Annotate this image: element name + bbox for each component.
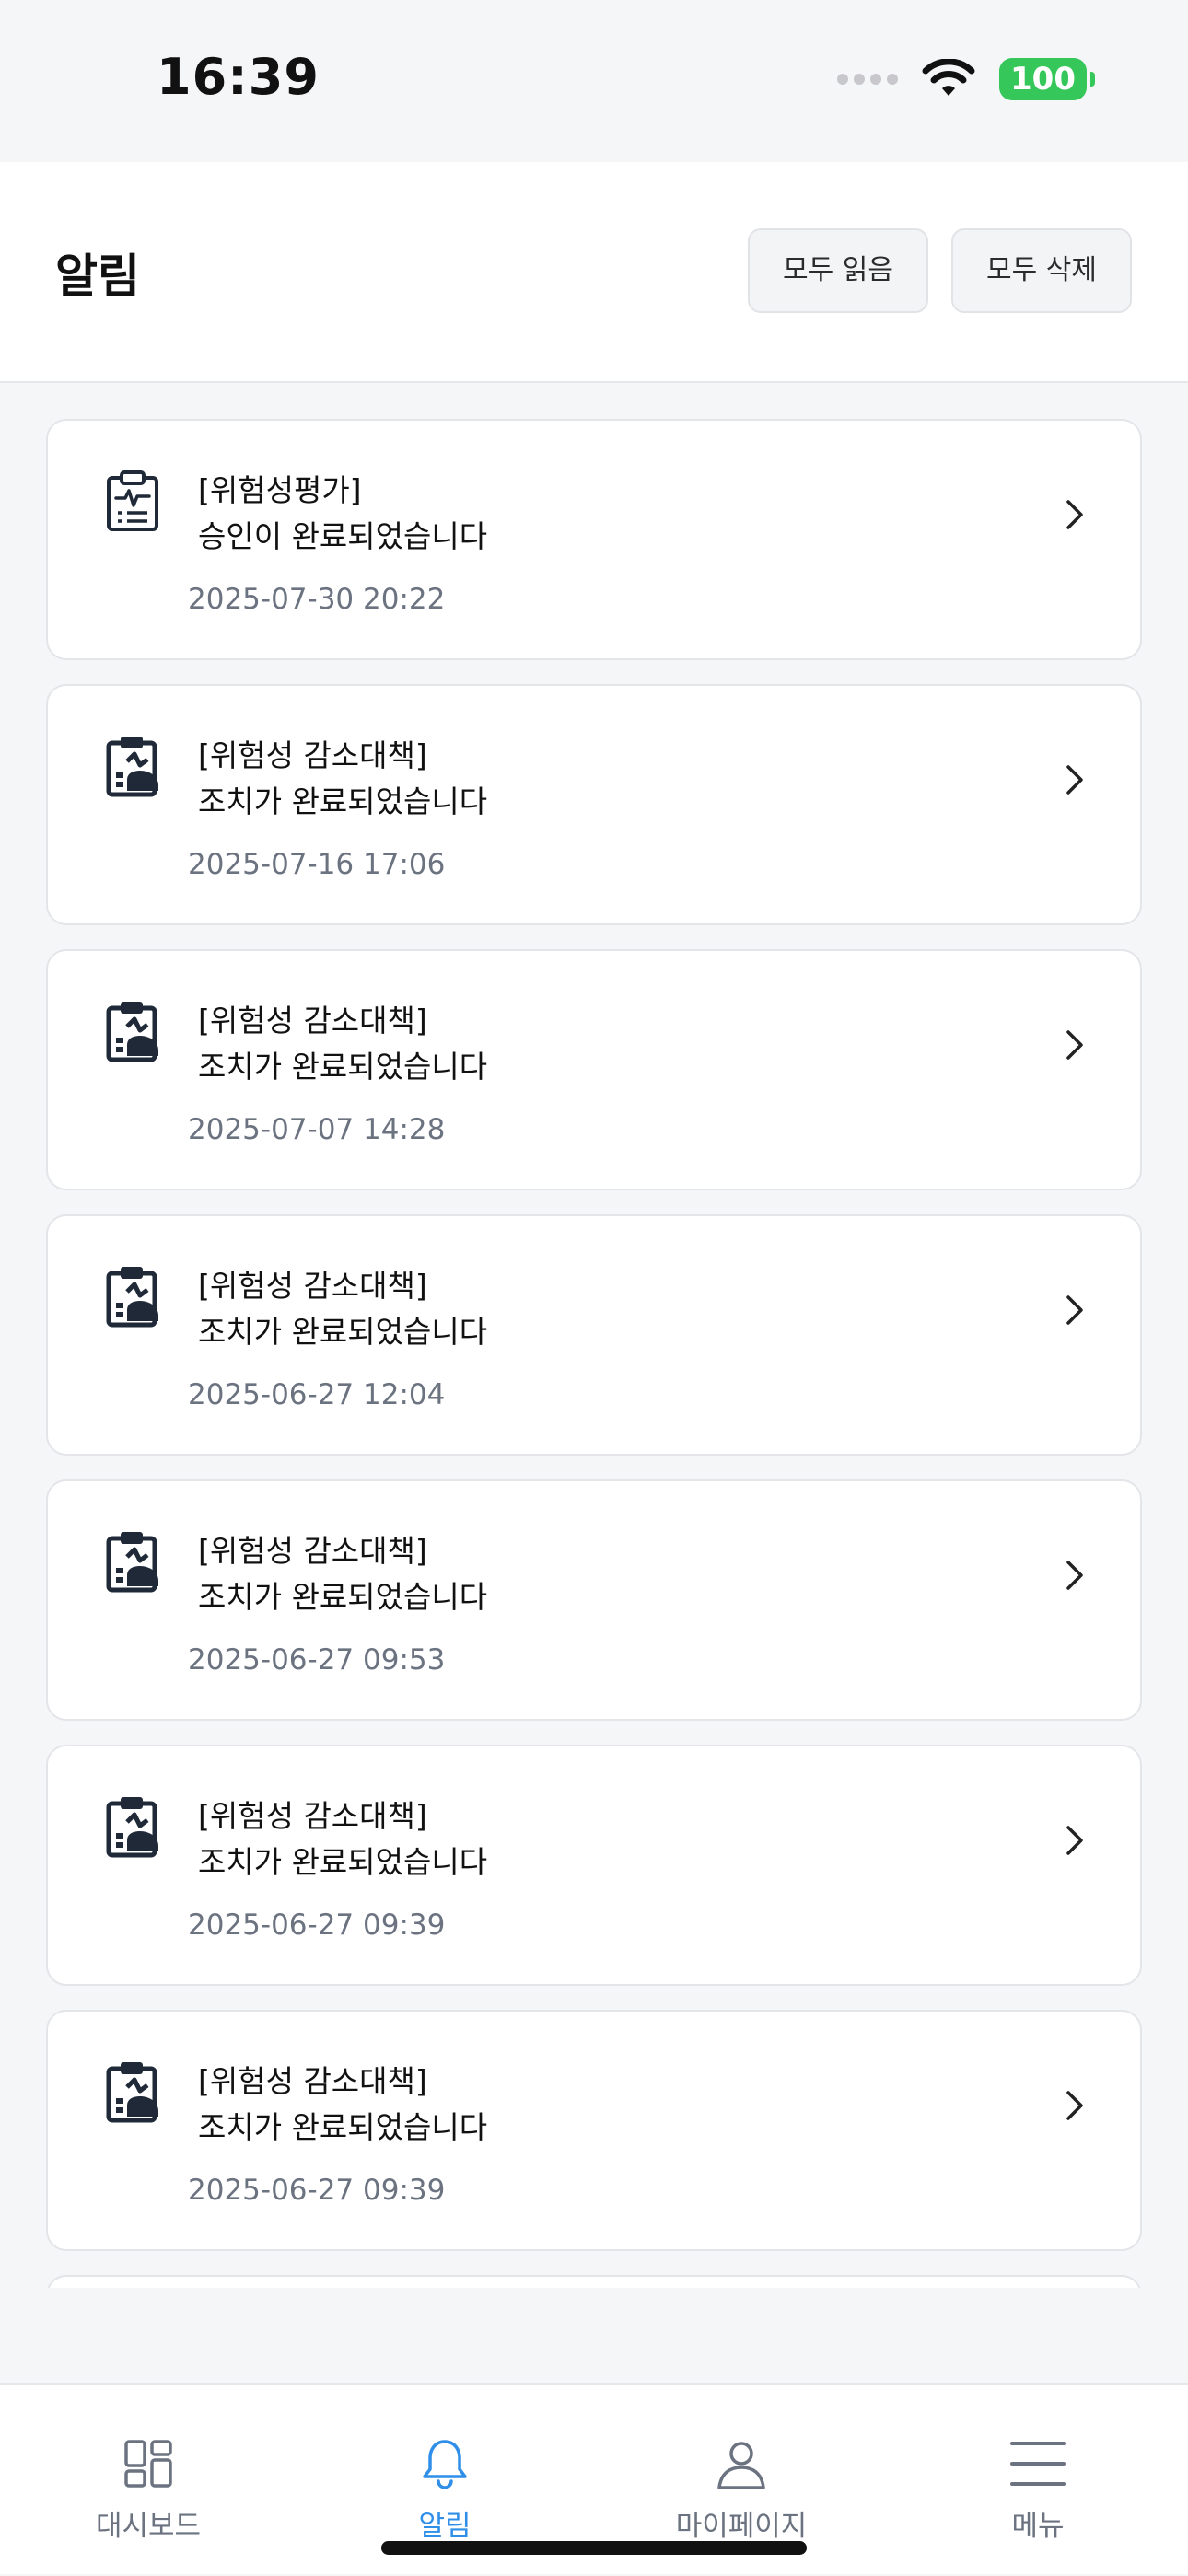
- notification-card[interactable]: [위험성 감소대책] 조치가 완료되었습니다 2025-06-27 09:39: [46, 2010, 1142, 2251]
- notification-title: [위험성 감소대책]: [198, 1798, 427, 1834]
- chevron-right-icon: [1066, 500, 1083, 529]
- tab-label: 알림: [418, 2510, 472, 2543]
- clipboard-chart-icon: [103, 1529, 162, 1594]
- notification-body: 조치가 완료되었습니다: [198, 2109, 488, 2145]
- clipboard-pulse-icon: [103, 469, 162, 533]
- notification-body: 조치가 완료되었습니다: [198, 783, 488, 819]
- notification-body: 승인이 완료되었습니다: [198, 518, 488, 554]
- notification-card[interactable]: [위험성평가] 승인이 완료되었습니다 2025-07-30 20:22: [46, 419, 1142, 660]
- tab-label: 대시보드: [95, 2510, 202, 2543]
- chevron-right-icon: [1066, 1561, 1083, 1590]
- notification-body: 조치가 완료되었습니다: [198, 1844, 488, 1880]
- notification-body: 조치가 완료되었습니다: [198, 1579, 488, 1615]
- notification-body: 조치가 완료되었습니다: [198, 1049, 488, 1085]
- clipboard-chart-icon: [103, 1264, 162, 1329]
- wifi-icon: [922, 59, 975, 96]
- notification-title: [위험성 감소대책]: [198, 1003, 427, 1039]
- notification-list: [위험성평가] 승인이 완료되었습니다 2025-07-30 20:22 [위험…: [46, 419, 1142, 2288]
- clipboard-chart-icon: [103, 2060, 162, 2124]
- cellular-signal-icon: [837, 74, 899, 85]
- tab-label: 메뉴: [1011, 2510, 1065, 2543]
- notification-title: [위험성 감소대책]: [198, 1268, 427, 1304]
- delete-all-button[interactable]: 모두 삭제: [951, 228, 1132, 313]
- mark-all-read-button[interactable]: 모두 읽음: [748, 228, 928, 313]
- notification-card[interactable]: [위험성 감소대책] 조치가 완료되었습니다 2025-06-27 12:04: [46, 1214, 1142, 1456]
- clipboard-chart-icon: [103, 734, 162, 798]
- notification-date: 2025-06-27 09:39: [188, 1909, 446, 1942]
- person-icon: [717, 2442, 765, 2489]
- chevron-right-icon: [1066, 1295, 1083, 1325]
- notification-card[interactable]: [위험성 감소대책] 조치가 완료되었습니다 2025-06-27 09:53: [46, 1479, 1142, 1721]
- status-time: 16:39: [157, 48, 320, 106]
- notification-card[interactable]: [위험성 감소대책] 조치가 완료되었습니다 2025-07-16 17:06: [46, 684, 1142, 925]
- chevron-right-icon: [1066, 2091, 1083, 2120]
- notification-title: [위험성 감소대책]: [198, 1533, 427, 1569]
- notification-card-partial[interactable]: [46, 2275, 1142, 2288]
- status-bar: 16:39 100: [0, 0, 1188, 162]
- notification-date: 2025-07-07 14:28: [188, 1113, 446, 1146]
- dashboard-icon: [124, 2440, 172, 2488]
- tab-label: 마이페이지: [675, 2510, 808, 2543]
- notification-date: 2025-07-30 20:22: [188, 583, 446, 616]
- tab-dashboard[interactable]: 대시보드: [0, 2385, 297, 2576]
- chevron-right-icon: [1066, 1030, 1083, 1060]
- status-indicators: 100: [837, 53, 1095, 105]
- battery-indicator: 100: [999, 58, 1095, 100]
- notification-date: 2025-06-27 09:53: [188, 1643, 446, 1677]
- clipboard-chart-icon: [103, 999, 162, 1063]
- notification-card[interactable]: [위험성 감소대책] 조치가 완료되었습니다 2025-07-07 14:28: [46, 949, 1142, 1190]
- notification-body: 조치가 완료되었습니다: [198, 1314, 488, 1350]
- notification-title: [위험성 감소대책]: [198, 2063, 427, 2099]
- tab-menu[interactable]: 메뉴: [890, 2385, 1186, 2576]
- notification-card[interactable]: [위험성 감소대책] 조치가 완료되었습니다 2025-06-27 09:39: [46, 1745, 1142, 1986]
- bell-icon: [423, 2440, 467, 2489]
- menu-icon: [1010, 2442, 1066, 2486]
- home-indicator: [381, 2541, 807, 2555]
- notification-date: 2025-06-27 12:04: [188, 1378, 446, 1411]
- chevron-right-icon: [1066, 765, 1083, 795]
- notification-title: [위험성평가]: [198, 472, 362, 508]
- notification-date: 2025-06-27 09:39: [188, 2174, 446, 2207]
- page-title: 알림: [55, 249, 140, 303]
- chevron-right-icon: [1066, 1826, 1083, 1855]
- notification-date: 2025-07-16 17:06: [188, 848, 446, 881]
- page-header: 알림 모두 읽음 모두 삭제: [0, 162, 1188, 383]
- notification-title: [위험성 감소대책]: [198, 737, 427, 773]
- clipboard-chart-icon: [103, 1794, 162, 1859]
